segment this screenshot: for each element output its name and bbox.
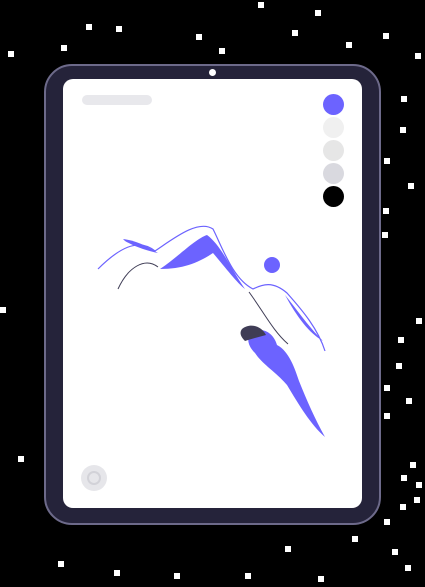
paint-dot <box>264 257 280 273</box>
brush-stroke <box>160 235 245 289</box>
tablet-device <box>44 64 381 525</box>
home-ring <box>87 471 101 485</box>
sketch-line <box>117 262 159 290</box>
front-camera-icon <box>209 69 216 76</box>
brush-stroke <box>248 330 325 437</box>
illustration-stage <box>0 0 425 587</box>
home-button-icon[interactable] <box>81 465 107 491</box>
drawing-screen[interactable] <box>63 79 362 508</box>
drawing-canvas[interactable] <box>63 79 362 508</box>
brush-stroke <box>123 239 158 253</box>
